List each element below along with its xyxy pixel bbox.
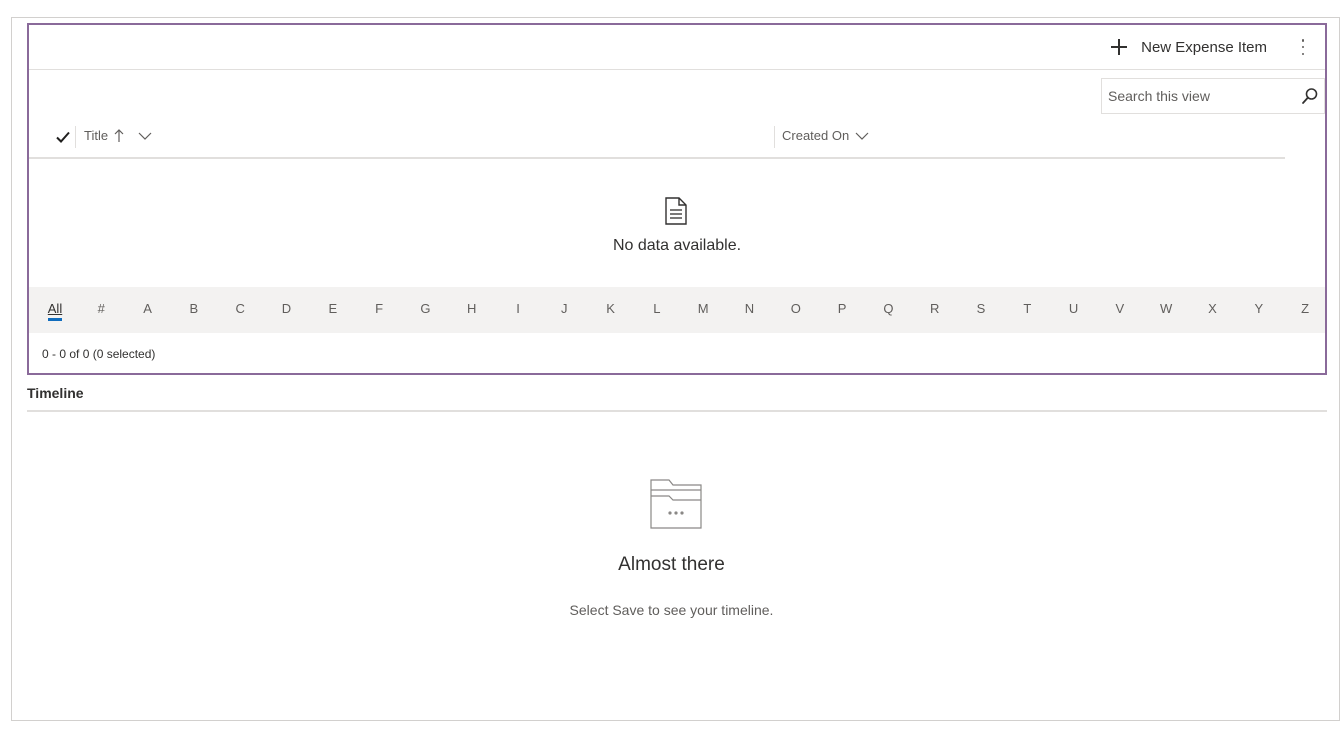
jump-letter-t[interactable]: T [1017,301,1037,316]
no-data-message: No data available. [612,237,742,254]
jump-letter-z[interactable]: Z [1295,301,1315,316]
jump-letter-e[interactable]: E [323,301,343,316]
subgrid-panel: New Expense Item Title [27,23,1327,375]
jump-letter-v[interactable]: V [1110,301,1130,316]
jump-letter-l[interactable]: L [647,301,667,316]
column-divider [75,126,76,148]
divider [27,410,1327,412]
jump-letter-g[interactable]: G [415,301,435,316]
column-header-title[interactable]: Title [84,128,152,143]
column-header-row: Title Created On [29,117,1285,159]
jump-letter-h[interactable]: H [462,301,482,316]
jump-letter-j[interactable]: J [554,301,574,316]
jump-letter-n[interactable]: N [740,301,760,316]
jump-letter-s[interactable]: S [971,301,991,316]
jump-letter-k[interactable]: K [601,301,621,316]
search-input[interactable] [1102,81,1296,111]
timeline-empty-heading: Almost there [618,554,725,575]
jump-letter-q[interactable]: Q [878,301,898,316]
new-expense-item-button[interactable]: New Expense Item [1111,35,1267,59]
jump-letter-o[interactable]: O [786,301,806,316]
jump-letter-w[interactable]: W [1156,301,1176,316]
column-title-label: Title [84,128,109,143]
jump-letter-m[interactable]: M [693,301,713,316]
folder-icon [650,479,702,529]
jump-letter-d[interactable]: D [277,301,297,316]
jump-letter-y[interactable]: Y [1249,301,1269,316]
timeline-empty-message: Select Save to see your timeline. [569,602,774,618]
timeline-heading: Timeline [27,385,84,401]
jump-letter-p[interactable]: P [832,301,852,316]
jump-letter-u[interactable]: U [1064,301,1084,316]
document-icon [665,197,687,225]
chevron-down-icon [855,132,869,140]
subgrid-command-bar: New Expense Item [29,25,1325,70]
jump-letter-c[interactable]: C [230,301,250,316]
chevron-down-icon [138,132,152,140]
column-header-created-on[interactable]: Created On [782,128,869,143]
jump-letter-a[interactable]: A [138,301,158,316]
jump-letter-x[interactable]: X [1203,301,1223,316]
new-expense-item-label: New Expense Item [1141,38,1267,56]
sort-ascending-icon [114,128,124,142]
search-icon[interactable] [1296,81,1324,111]
search-view-box [1101,78,1325,114]
jump-letter-f[interactable]: F [369,301,389,316]
jump-letter-r[interactable]: R [925,301,945,316]
select-all-checkmark-icon[interactable] [55,129,71,145]
grid-empty-state: No data available. [29,159,1325,285]
column-divider [774,126,775,148]
record-count: 0 - 0 of 0 (0 selected) [42,347,156,361]
jump-letter-b[interactable]: B [184,301,204,316]
jump-letter-hash[interactable]: # [91,301,111,316]
plus-icon [1111,39,1128,55]
column-created-on-label: Created On [782,128,850,143]
jump-letter-i[interactable]: I [508,301,528,316]
jump-letter-all[interactable]: All [45,301,65,321]
more-commands-icon[interactable] [1301,39,1305,55]
alphabet-jump-bar: All # A B C D E F G H I J K L M N O P Q R S T U V W X Y Z [29,287,1325,333]
